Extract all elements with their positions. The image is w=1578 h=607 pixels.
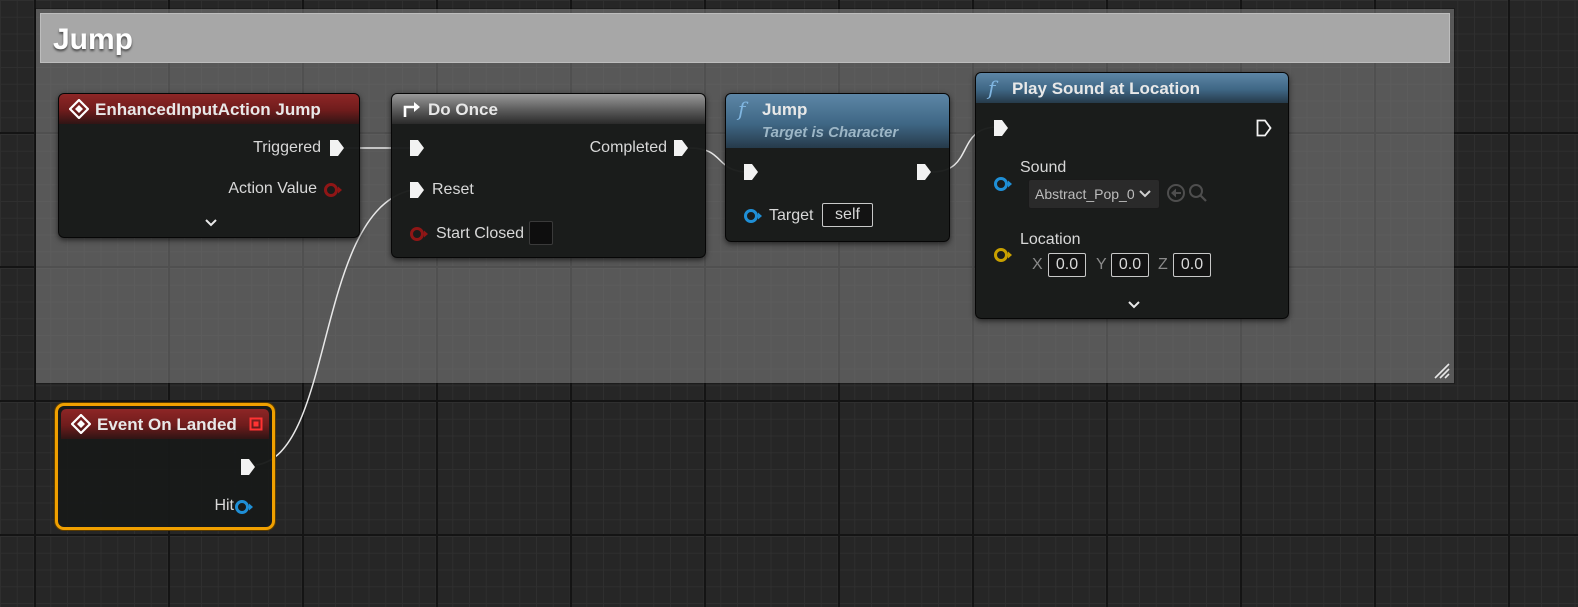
resize-handle-icon[interactable] xyxy=(1432,361,1450,379)
node-header[interactable]: f Jump Target is Character xyxy=(726,94,949,148)
node-header[interactable]: f Play Sound at Location xyxy=(976,73,1288,103)
location-y-field[interactable]: 0.0 xyxy=(1111,253,1149,277)
exec-pin-icon[interactable] xyxy=(409,139,425,157)
pin-label-start-closed: Start Closed xyxy=(436,225,525,242)
exec-pin-icon[interactable] xyxy=(409,181,425,199)
node-header[interactable]: EnhancedInputAction Jump xyxy=(59,94,359,124)
pin-label-hit: Hit xyxy=(214,497,234,514)
comment-header[interactable]: Jump xyxy=(40,13,1450,63)
data-pin-icon[interactable] xyxy=(993,176,1013,192)
pin-label-target: Target xyxy=(769,207,814,224)
event-diamond-icon xyxy=(69,99,89,119)
node-subtitle: Target is Character xyxy=(762,124,899,141)
node-title: Event On Landed xyxy=(97,415,237,434)
function-icon: f xyxy=(988,76,996,100)
use-selected-asset-icon[interactable] xyxy=(1166,183,1186,203)
node-event-on-landed[interactable]: Event On Landed Hit xyxy=(55,403,275,530)
pin-label-triggered: Triggered xyxy=(253,139,321,156)
flow-arrow-icon xyxy=(403,102,420,117)
node-enhanced-input-action-jump[interactable]: EnhancedInputAction Jump Triggered Actio… xyxy=(58,93,360,238)
chevron-down-icon xyxy=(1139,190,1151,198)
sound-asset-dropdown[interactable]: Abstract_Pop_0 xyxy=(1028,179,1160,209)
node-header[interactable]: Do Once xyxy=(392,94,705,124)
exec-pin-icon[interactable] xyxy=(240,458,256,476)
location-x-label: X xyxy=(1032,256,1043,273)
exec-pin-icon[interactable] xyxy=(993,119,1009,137)
node-title: Play Sound at Location xyxy=(1012,79,1200,98)
node-do-once[interactable]: Do Once Completed Reset Start Closed xyxy=(391,93,706,258)
data-pin-icon[interactable] xyxy=(323,182,343,198)
sound-asset-value: Abstract_Pop_0 xyxy=(1035,186,1135,202)
location-z-label: Z xyxy=(1158,256,1168,273)
chevron-down-icon[interactable] xyxy=(1127,300,1141,310)
exec-pin-icon[interactable] xyxy=(743,163,759,181)
exec-pin-icon[interactable] xyxy=(329,139,345,157)
pin-label-sound: Sound xyxy=(1020,159,1067,176)
node-jump[interactable]: f Jump Target is Character Target self xyxy=(725,93,950,242)
data-pin-icon[interactable] xyxy=(409,226,429,242)
data-pin-icon[interactable] xyxy=(993,247,1013,263)
delegate-pin-icon[interactable] xyxy=(249,417,263,431)
function-icon: f xyxy=(738,97,746,121)
pin-label-reset: Reset xyxy=(432,181,474,198)
location-y-label: Y xyxy=(1096,256,1107,273)
comment-title: Jump xyxy=(53,23,134,56)
pin-label-completed: Completed xyxy=(589,139,667,156)
data-pin-icon[interactable] xyxy=(743,208,763,224)
node-header[interactable]: Event On Landed xyxy=(61,409,269,439)
exec-pin-icon[interactable] xyxy=(1256,119,1272,137)
start-closed-checkbox[interactable] xyxy=(529,221,553,245)
location-z-field[interactable]: 0.0 xyxy=(1173,253,1211,277)
exec-pin-icon[interactable] xyxy=(916,163,932,181)
node-title: Jump xyxy=(762,100,808,119)
search-icon[interactable] xyxy=(1188,183,1208,203)
exec-pin-icon[interactable] xyxy=(673,139,689,157)
event-diamond-icon xyxy=(71,414,91,434)
node-play-sound-at-location[interactable]: f Play Sound at Location Sound Abstract_… xyxy=(975,72,1289,319)
location-x-field[interactable]: 0.0 xyxy=(1048,253,1086,277)
node-title: EnhancedInputAction Jump xyxy=(95,100,321,119)
chevron-down-icon[interactable] xyxy=(204,218,218,228)
data-pin-icon[interactable] xyxy=(234,499,254,515)
pin-label-location: Location xyxy=(1020,231,1081,248)
pin-label-action-value: Action Value xyxy=(228,180,317,197)
node-title: Do Once xyxy=(428,100,498,119)
target-value-field[interactable]: self xyxy=(822,203,873,227)
